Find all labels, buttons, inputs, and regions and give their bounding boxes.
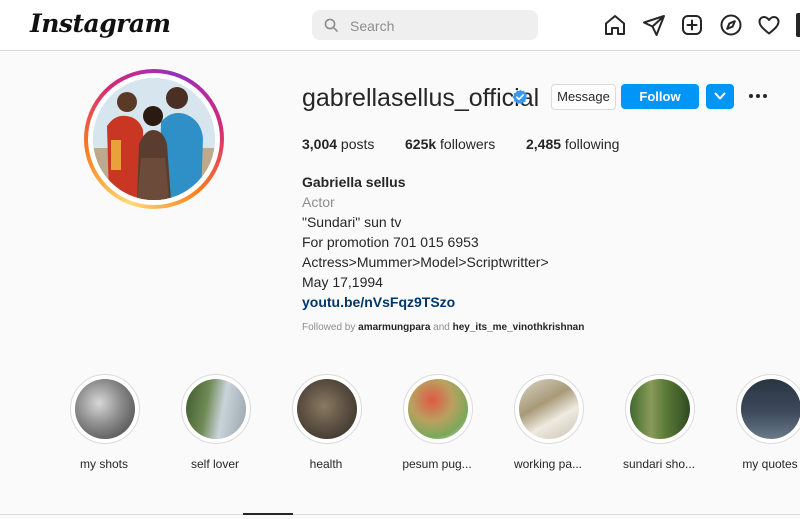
highlight-cover-image — [630, 379, 690, 439]
highlight-label: working pa... — [513, 457, 583, 471]
profile-category: Actor — [302, 194, 335, 210]
highlight-label: health — [309, 457, 343, 471]
avatar-photo-image — [93, 78, 215, 200]
avatar[interactable] — [93, 78, 215, 200]
followers-label: followers — [436, 136, 496, 152]
highlight-label: my quotes — [742, 457, 798, 471]
bio-line: "Sundari" sun tv — [302, 214, 402, 230]
profile-avatar-story-ring[interactable] — [84, 69, 224, 209]
search-icon — [324, 18, 338, 32]
following-stat[interactable]: 2,485 following — [526, 136, 619, 152]
bio-line: Actress>Mummer>Model>Scriptwritter> — [302, 254, 549, 270]
followed-by-text[interactable]: Followed by amarmungpara and hey_its_me_… — [302, 322, 584, 333]
posts-count: 3,004 — [302, 136, 338, 152]
highlight-label: my shots — [79, 457, 128, 471]
home-icon[interactable] — [603, 13, 627, 37]
highlight-cover — [514, 374, 584, 444]
follower-username: hey_its_me_vinothkrishnan — [452, 322, 585, 333]
instagram-logo[interactable]: Instagram — [30, 9, 171, 38]
followers-stat[interactable]: 625k followers — [405, 136, 495, 152]
more-options-icon[interactable] — [747, 86, 769, 106]
search-box[interactable] — [312, 10, 538, 40]
search-input[interactable] — [348, 15, 532, 37]
bio-line: May 17,1994 — [302, 274, 383, 290]
posts-stat: 3,004 posts — [302, 136, 374, 152]
suggested-accounts-button[interactable] — [706, 84, 734, 109]
highlight-cover — [70, 374, 140, 444]
chevron-down-icon — [714, 92, 726, 100]
follow-button[interactable]: Follow — [621, 84, 699, 109]
following-count: 2,485 — [526, 136, 562, 152]
highlight-cover-image — [519, 379, 579, 439]
followed-by-prefix: Followed by — [302, 322, 359, 333]
profile-full-name: Gabriella sellus — [302, 174, 406, 190]
active-tab-indicator — [243, 513, 293, 515]
bio-external-link[interactable]: youtu.be/nVsFqz9TSzo — [302, 294, 455, 310]
highlight-cover-image — [75, 379, 135, 439]
top-navigation-bar: Instagram — [0, 0, 800, 51]
highlight-cover — [625, 374, 695, 444]
tabs-divider — [0, 514, 800, 515]
highlight-label: sundari sho... — [622, 457, 696, 471]
following-label: following — [561, 136, 620, 152]
bio-line: For promotion 701 015 6953 — [302, 234, 479, 250]
highlight-cover-image — [186, 379, 246, 439]
highlight-cover-image — [741, 379, 800, 439]
new-post-icon[interactable] — [680, 13, 704, 37]
posts-label: posts — [337, 136, 375, 152]
direct-icon[interactable] — [642, 13, 666, 37]
follower-username: amarmungpara — [358, 322, 431, 333]
highlight-cover — [181, 374, 251, 444]
followers-count: 625k — [405, 136, 437, 152]
highlight-cover — [292, 374, 362, 444]
followed-by-separator: and — [430, 322, 453, 333]
activity-heart-icon[interactable] — [757, 13, 781, 37]
highlight-cover — [403, 374, 473, 444]
highlight-cover-image — [297, 379, 357, 439]
message-button[interactable]: Message — [551, 84, 616, 110]
highlight-label: pesum pug... — [402, 457, 472, 471]
highlight-cover-image — [408, 379, 468, 439]
highlight-label: self lover — [190, 457, 240, 471]
explore-icon[interactable] — [719, 13, 743, 37]
profile-menu-edge[interactable] — [796, 13, 800, 37]
profile-username: gabrellasellus_official — [302, 84, 540, 112]
avatar-border — [88, 73, 220, 205]
verified-badge-icon — [512, 89, 528, 105]
highlight-cover — [736, 374, 800, 444]
